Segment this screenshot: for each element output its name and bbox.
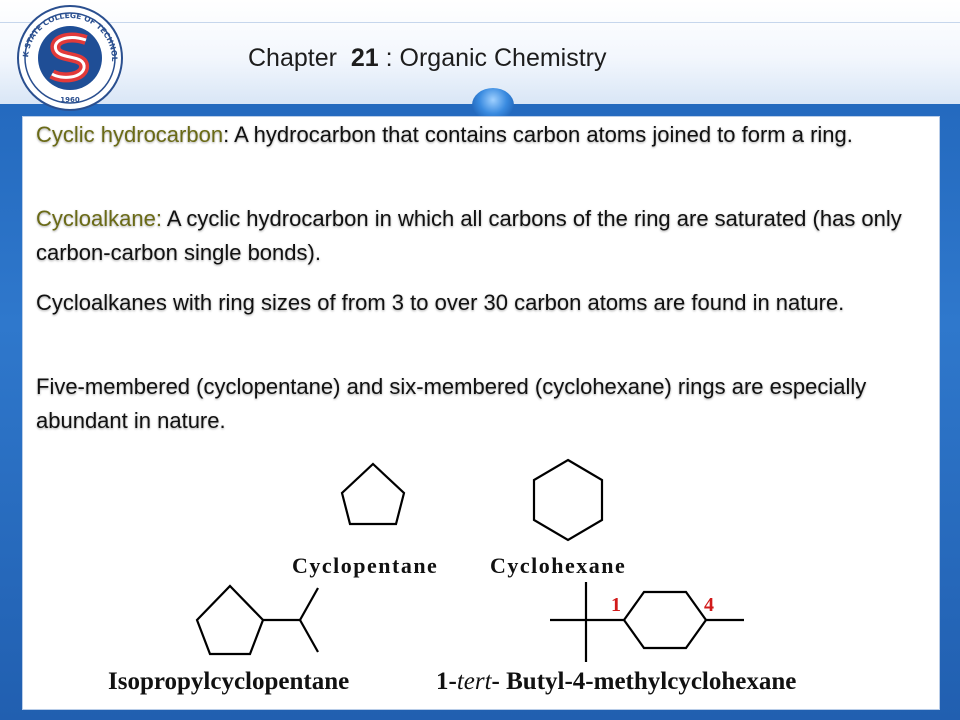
isopropyl-bond-up [299, 587, 319, 621]
isopropyl-bond-down [299, 619, 319, 653]
cyclopentane-label: Cyclopentane [292, 553, 439, 578]
methylcyclohexane-ring [622, 590, 708, 650]
cyclohexane-ring [532, 458, 604, 542]
tbmc-label-italic: tert [456, 668, 492, 695]
tbmc-label-suffix: - Butyl-4-methylcyclohexane [491, 668, 797, 695]
tert-butyl-methylcyclohexane-label: 1-tert- Butyl-4-methylcyclohexane [436, 668, 796, 696]
cyclohexane-label: Cyclohexane [490, 553, 627, 578]
tbmc-label-prefix: 1- [436, 668, 457, 695]
cyclopentane-ring [340, 462, 406, 526]
chemical-structures [195, 458, 744, 662]
isopropylcyclopentane-ring [195, 584, 265, 656]
position-number-1: 1 [611, 594, 621, 616]
position-number-4: 4 [704, 594, 714, 616]
isopropylcyclopentane-label: Isopropylcyclopentane [108, 668, 350, 695]
